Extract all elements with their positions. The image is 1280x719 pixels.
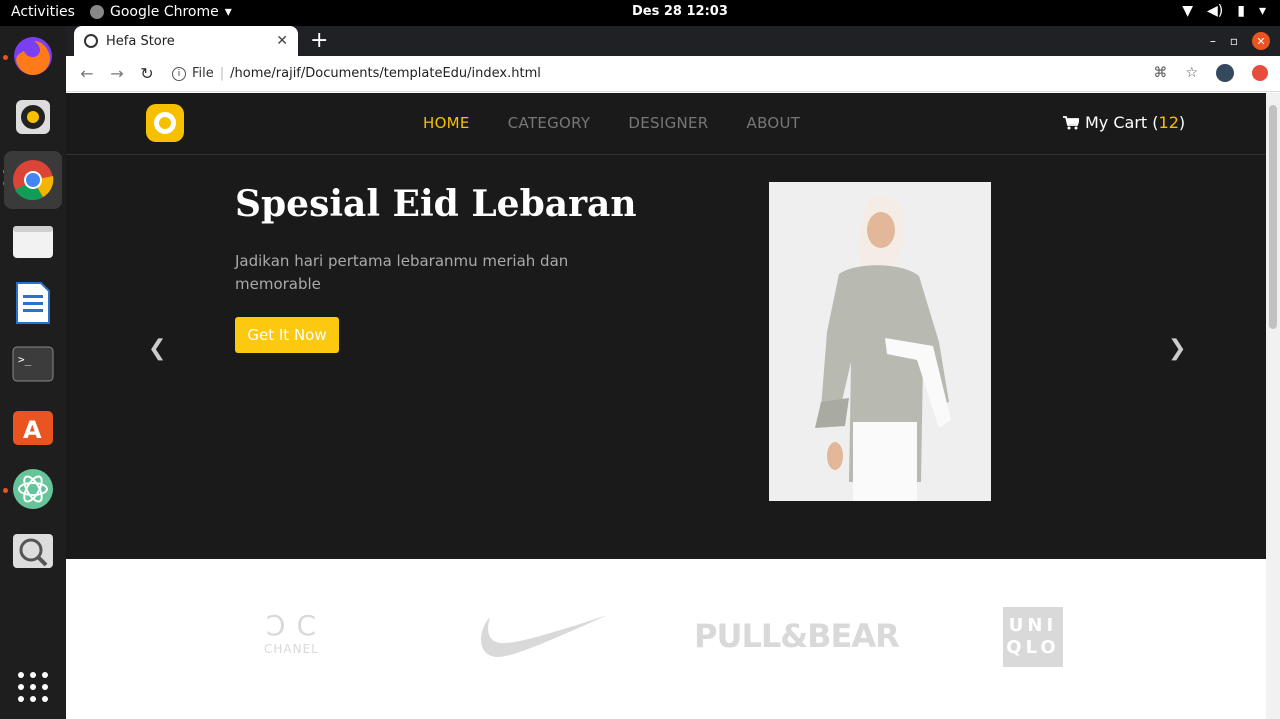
uniqlo-logo: UNI QLO	[1003, 607, 1063, 667]
svg-text:>_: >_	[18, 353, 32, 366]
toolbar-actions: ⌘ ☆	[1153, 64, 1268, 82]
tab-strip: Hefa Store ✕ + – ▫ ✕	[66, 26, 1280, 56]
bookmark-star-icon[interactable]: ☆	[1185, 65, 1198, 81]
url-text[interactable]: /home/rajif/Documents/templateEdu/index.…	[230, 66, 541, 81]
site-navbar: HOME CATEGORY DESIGNER ABOUT My Cart (12…	[66, 93, 1266, 155]
profile-avatar[interactable]	[1216, 64, 1234, 82]
terminal-icon[interactable]: >_	[10, 341, 56, 387]
translate-icon[interactable]: ⌘	[1153, 65, 1167, 81]
hero-product-image	[769, 182, 991, 501]
running-indicator	[3, 488, 8, 493]
chrome-small-icon	[90, 5, 104, 19]
cart-label-close: )	[1178, 113, 1186, 132]
site-logo[interactable]	[146, 104, 184, 142]
carousel-next-icon[interactable]: ❯	[1168, 336, 1186, 361]
chanel-cc-icon: Ↄ C	[265, 609, 317, 642]
volume-icon: ◀)	[1207, 3, 1224, 19]
nike-logo	[476, 611, 608, 667]
dock: >_ A	[0, 26, 66, 719]
app-menu[interactable]: Google Chrome ▾	[90, 4, 232, 20]
main-menu: HOME CATEGORY DESIGNER ABOUT	[423, 114, 800, 132]
files-icon[interactable]	[10, 218, 56, 264]
web-page: HOME CATEGORY DESIGNER ABOUT My Cart (12…	[66, 93, 1266, 719]
screenshot-icon[interactable]	[10, 528, 56, 574]
close-window-icon[interactable]: ✕	[1252, 32, 1270, 50]
reload-icon[interactable]: ↻	[132, 64, 162, 83]
hero-title: Spesial Eid Lebaran	[235, 183, 637, 225]
forward-icon[interactable]: →	[102, 64, 132, 83]
chevron-down-icon: ▾	[1258, 3, 1266, 19]
globe-icon	[84, 34, 98, 48]
cart-label: My Cart (	[1085, 113, 1159, 132]
chanel-logo: Ↄ C CHANEL	[264, 609, 319, 656]
cart-link[interactable]: My Cart (12)	[1063, 113, 1185, 132]
clock[interactable]: Des 28 12:03	[632, 4, 728, 19]
page-scrollbar[interactable]	[1266, 93, 1280, 719]
minimize-icon[interactable]: –	[1210, 34, 1216, 48]
pull-and-bear-logo: PULL&BEAR	[694, 617, 900, 655]
wifi-icon: ▼	[1182, 3, 1194, 19]
hero-subtitle: Jadikan hari pertama lebaranmu meriah da…	[235, 252, 569, 293]
address-bar[interactable]: i File | /home/rajif/Documents/templateE…	[172, 66, 541, 81]
new-tab-button[interactable]: +	[310, 28, 328, 53]
cart-icon	[1063, 115, 1079, 129]
tab-title: Hefa Store	[106, 33, 175, 49]
toolbar: ← → ↻ i File | /home/rajif/Documents/tem…	[66, 56, 1280, 92]
battery-icon: ▮	[1237, 3, 1245, 19]
tab-hefa-store[interactable]: Hefa Store ✕	[74, 26, 298, 56]
atom-icon[interactable]	[10, 466, 56, 512]
menu-home[interactable]: HOME	[423, 114, 470, 132]
software-icon[interactable]: A	[10, 403, 56, 449]
running-indicator	[3, 55, 8, 60]
scrollbar-thumb[interactable]	[1269, 105, 1277, 329]
back-icon[interactable]: ←	[72, 64, 102, 83]
svg-text:A: A	[23, 416, 42, 444]
system-menu[interactable]: ▼ ◀) ▮ ▾	[1182, 3, 1266, 19]
url-separator: |	[219, 66, 225, 81]
menu-category[interactable]: CATEGORY	[508, 114, 591, 132]
system-top-bar: Activities Google Chrome ▾ Des 28 12:03 …	[0, 0, 1280, 26]
info-icon[interactable]: i	[172, 66, 186, 81]
url-scheme-label: File	[192, 66, 214, 81]
browser-window: Hefa Store ✕ + – ▫ ✕ ← → ↻ i File | /hom…	[66, 26, 1280, 719]
firefox-icon[interactable]	[10, 33, 56, 79]
writer-icon[interactable]	[10, 280, 56, 326]
get-it-now-button[interactable]: Get It Now	[235, 317, 339, 353]
menu-about[interactable]: ABOUT	[747, 114, 801, 132]
window-controls: – ▫ ✕	[1210, 32, 1270, 50]
carousel-prev-icon[interactable]: ❮	[148, 336, 166, 361]
maximize-icon[interactable]: ▫	[1230, 34, 1238, 48]
chevron-down-icon: ▾	[224, 4, 232, 20]
cart-count: 12	[1158, 113, 1179, 132]
rhythmbox-icon[interactable]	[10, 94, 56, 140]
show-apps-icon[interactable]	[18, 672, 48, 702]
chrome-icon[interactable]	[4, 151, 62, 209]
close-icon[interactable]: ✕	[276, 33, 288, 49]
menu-designer[interactable]: DESIGNER	[628, 114, 708, 132]
activities-button[interactable]: Activities	[11, 4, 75, 20]
extension-icon[interactable]	[1252, 65, 1268, 81]
app-menu-label: Google Chrome	[110, 4, 219, 20]
brand-logos-section: Ↄ C CHANEL PULL&BEAR UNI QLO	[66, 559, 1266, 719]
